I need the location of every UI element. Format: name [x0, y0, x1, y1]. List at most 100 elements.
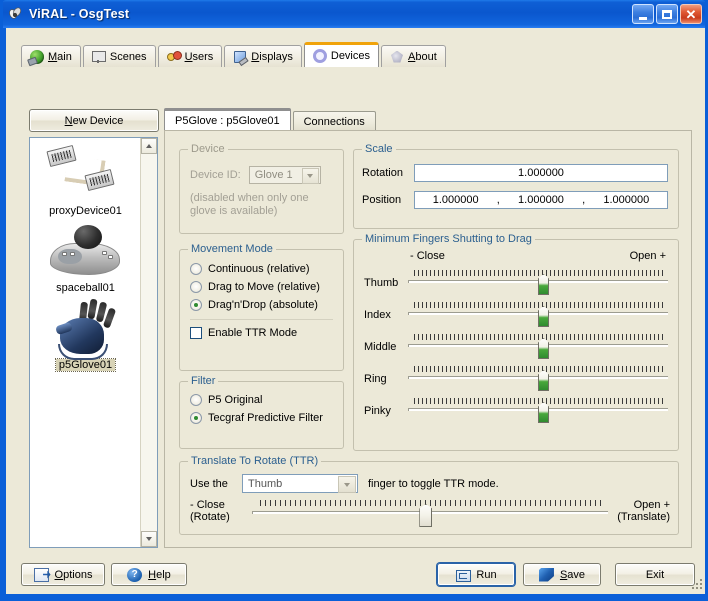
slider-ticks — [414, 398, 666, 404]
tab-about[interactable]: About — [381, 45, 446, 67]
save-icon — [538, 567, 554, 582]
slider-handle[interactable] — [419, 504, 433, 527]
minimize-button[interactable] — [632, 4, 654, 24]
device-note-line2: glove is available) — [190, 205, 278, 217]
tab-scenes-label: Scenes — [109, 50, 147, 63]
help-icon — [127, 567, 143, 582]
position-input[interactable]: 1.000000 , 1.000000 , 1.000000 — [414, 191, 668, 209]
about-icon — [390, 50, 404, 64]
ttr-right-label: Open + (Translate) — [617, 499, 670, 523]
slider-label-thumb: Thumb — [364, 277, 399, 289]
slider-handle[interactable] — [538, 306, 549, 327]
list-item[interactable]: spaceball01 — [30, 219, 141, 294]
radio-p5-original[interactable]: P5 Original — [190, 394, 343, 406]
position-x-value: 1.000000 — [432, 194, 479, 206]
slider-handle[interactable] — [538, 338, 549, 359]
device-group-title: Device — [188, 143, 228, 155]
ttr-left-label: - Close (Rotate) — [190, 499, 230, 523]
scale-group: Scale Rotation 1.000000 Position 1.00000… — [353, 143, 679, 229]
scale-group-title: Scale — [362, 143, 396, 155]
slider-row-thumb: Thumb — [364, 268, 668, 298]
tab-connections[interactable]: Connections — [292, 111, 376, 131]
close-button[interactable]: ✕ — [680, 4, 702, 24]
movement-mode-group: Movement Mode Continuous (relative) Drag… — [179, 243, 344, 371]
slider-label-pinky: Pinky — [364, 405, 391, 417]
slider-index-finger[interactable] — [408, 300, 668, 330]
window-controls: ✕ — [632, 4, 702, 24]
scrollbar-track[interactable] — [141, 154, 157, 531]
users-icon — [166, 50, 182, 64]
resize-grip[interactable] — [691, 578, 703, 590]
list-item[interactable]: proxyDevice01 — [30, 142, 141, 217]
client-area: Main Scenes Users Displays Devices About… — [6, 28, 705, 594]
tab-scenes[interactable]: Scenes — [82, 45, 156, 67]
radio-drag-to-move[interactable]: Drag to Move (relative) — [190, 281, 343, 293]
help-button[interactable]: Help — [111, 563, 187, 586]
tab-devices-label: Devices — [330, 50, 370, 62]
rotation-value: 1.000000 — [518, 167, 564, 179]
tab-p5glove[interactable]: P5Glove : p5Glove01 — [164, 108, 291, 131]
use-the-label: Use the — [190, 477, 228, 490]
maximize-button[interactable] — [656, 4, 678, 24]
ttr-finger-value: Thumb — [248, 477, 283, 490]
radio-continuous[interactable]: Continuous (relative) — [190, 263, 343, 275]
ttr-finger-select[interactable]: Thumb — [242, 474, 358, 493]
slider-row-middle: Middle — [364, 332, 668, 362]
slider-thumb-finger[interactable] — [408, 268, 668, 298]
rotation-input[interactable]: 1.000000 — [414, 164, 668, 182]
device-list[interactable]: proxyDevice01 spaceball01 p5Glove01 — [29, 137, 158, 548]
ttr-slider[interactable] — [252, 498, 608, 527]
options-label: Options — [54, 568, 93, 581]
device-id-label: Device ID: — [190, 169, 241, 181]
device-icon — [312, 49, 327, 63]
radio-drag-n-drop[interactable]: Drag'n'Drop (absolute) — [190, 299, 343, 311]
slider-handle[interactable] — [538, 402, 549, 423]
slider-row-ring: Ring — [364, 364, 668, 394]
device-list-items: proxyDevice01 spaceball01 p5Glove01 — [30, 138, 141, 547]
slider-handle[interactable] — [538, 370, 549, 391]
tab-users[interactable]: Users — [157, 45, 223, 67]
checkbox-enable-ttr[interactable]: Enable TTR Mode — [190, 327, 343, 339]
slider-label-middle: Middle — [364, 341, 397, 353]
slider-ticks — [260, 500, 602, 506]
scroll-down-button[interactable] — [141, 531, 157, 547]
save-button[interactable]: Save — [523, 563, 601, 586]
tab-devices[interactable]: Devices — [303, 42, 379, 67]
options-button[interactable]: Options — [21, 563, 105, 586]
minimum-fingers-group: Minimum Fingers Shutting to Drag - Close… — [353, 233, 679, 451]
device-name: proxyDevice01 — [49, 205, 122, 217]
position-label: Position — [362, 194, 402, 206]
minimum-fingers-title: Minimum Fingers Shutting to Drag — [362, 233, 535, 245]
slider-handle[interactable] — [538, 274, 549, 295]
tab-main[interactable]: Main — [21, 45, 81, 67]
slider-ring-finger[interactable] — [408, 364, 668, 394]
globe-icon — [30, 49, 44, 64]
radio-selected-icon — [190, 299, 202, 311]
device-id-value: Glove 1 — [254, 169, 293, 181]
chevron-down-icon — [301, 168, 319, 184]
new-device-label: New Device — [64, 114, 124, 127]
divider — [190, 319, 333, 320]
list-item[interactable]: p5Glove01 — [30, 296, 141, 372]
screen-icon — [91, 50, 106, 64]
tab-displays[interactable]: Displays — [224, 45, 302, 67]
radio-icon — [190, 394, 202, 406]
radio-tecgraf-filter[interactable]: Tecgraf Predictive Filter — [190, 412, 343, 424]
slider-pinky-finger[interactable] — [408, 396, 668, 426]
run-button[interactable]: Run — [437, 563, 515, 586]
run-label: Run — [476, 568, 497, 581]
title-bar: ViRAL - OsgTest ✕ — [3, 0, 705, 28]
slider-ticks — [414, 366, 666, 372]
tab-main-label: Main — [48, 50, 72, 63]
exit-button[interactable]: Exit — [615, 563, 695, 586]
device-list-scrollbar[interactable] — [140, 138, 157, 547]
radio-icon — [190, 263, 202, 275]
new-device-button[interactable]: New Device — [29, 109, 159, 132]
device-note-line1: (disabled when only one — [190, 192, 309, 204]
slider-middle-finger[interactable] — [408, 332, 668, 362]
radio-drag-to-move-label: Drag to Move (relative) — [208, 281, 320, 293]
device-id-select: Glove 1 — [248, 166, 321, 184]
slider-label-ring: Ring — [364, 373, 387, 385]
app-icon — [6, 5, 24, 23]
scroll-up-button[interactable] — [141, 138, 157, 154]
